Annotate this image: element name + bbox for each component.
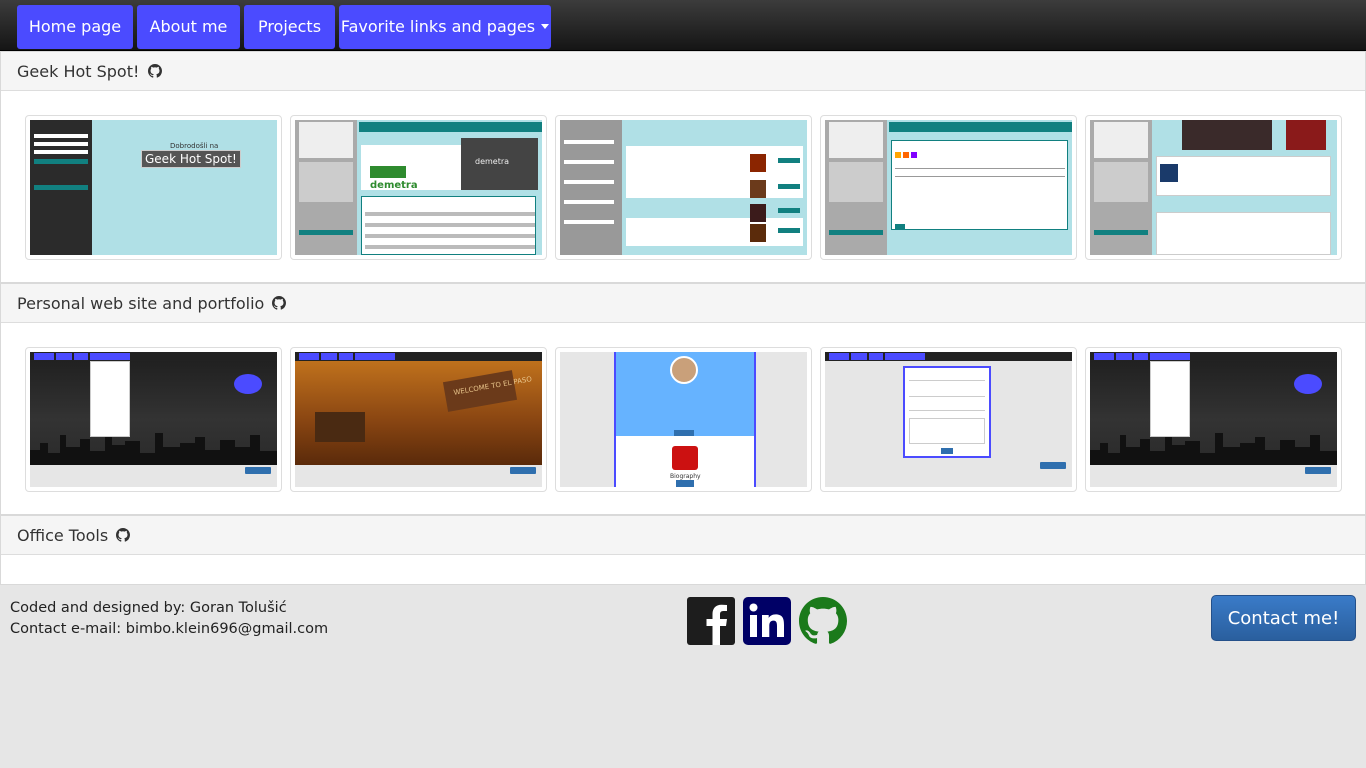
top-navbar: Home page About me Projects Favorite lin… [0,0,1366,51]
nav-projects-button[interactable]: Projects [244,5,335,49]
screenshot-thumbnail[interactable] [1085,115,1342,260]
nav-favorites-dropdown[interactable]: Favorite links and pages [339,5,551,49]
facebook-icon[interactable] [687,597,735,645]
nav-favorites-label: Favorite links and pages [340,17,536,36]
screenshot-thumbnail[interactable] [820,115,1077,260]
panel-title: Personal web site and portfolio [17,294,265,313]
project-panel-office-tools: Office Tools [0,515,1366,585]
banner-title: Geek Hot Spot! [141,150,241,168]
nav-home-button[interactable]: Home page [17,5,133,49]
github-icon[interactable] [799,597,847,645]
caret-down-icon [541,24,550,29]
screenshot-thumbnail[interactable] [555,115,812,260]
contact-email: Contact e-mail: bimbo.klein696@gmail.com [10,621,329,637]
github-icon[interactable] [116,528,131,542]
panel-heading: Personal web site and portfolio [1,284,1365,323]
github-icon[interactable] [272,296,287,310]
panel-heading: Geek Hot Spot! [1,52,1365,91]
author-credit: Coded and designed by: Goran Tolušić [10,600,287,616]
panel-title: Geek Hot Spot! [17,62,140,81]
screenshot-thumbnail[interactable] [820,347,1077,492]
screenshot-thumbnail[interactable]: WELCOME TO EL PASO [290,347,547,492]
contact-me-button[interactable]: Contact me! [1211,595,1356,641]
screenshot-thumbnail[interactable]: Dobrodošli na Geek Hot Spot! [25,115,282,260]
welcome-text: Dobrodošli na [170,142,219,150]
nav-about-button[interactable]: About me [137,5,240,49]
screenshot-thumbnail[interactable]: demetra demetra [290,115,547,260]
screenshot-thumbnail[interactable]: Biography [555,347,812,492]
demetra-logo-text: demetra [370,180,418,191]
project-panel-personal-website: Personal web site and portfolio WELCOME … [0,283,1366,515]
screenshot-thumbnail[interactable] [25,347,282,492]
footer-credits: Coded and designed by: Goran Tolušić Con… [10,598,328,640]
screenshot-thumbnail[interactable] [1085,347,1342,492]
biography-label: Biography [670,473,701,480]
project-panel-geek-hot-spot: Geek Hot Spot! Dobrodošli na Geek Hot Sp… [0,51,1366,283]
linkedin-icon[interactable] [743,597,791,645]
panel-title: Office Tools [17,526,109,545]
github-icon[interactable] [147,64,162,78]
panel-heading: Office Tools [1,516,1365,555]
